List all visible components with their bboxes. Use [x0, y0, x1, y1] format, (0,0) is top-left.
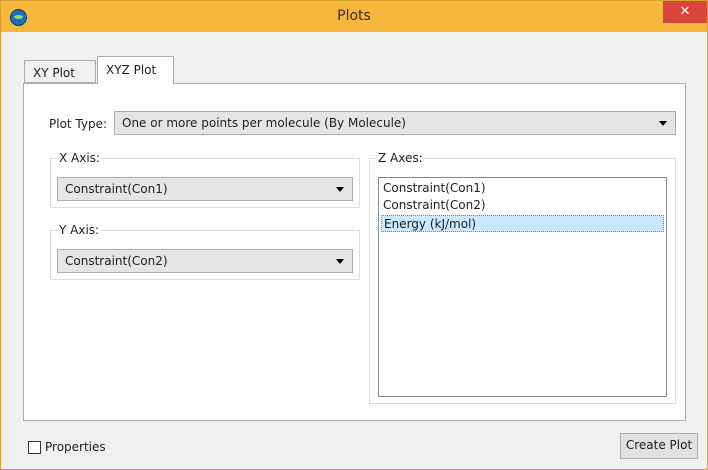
plot-type-dropdown[interactable]: One or more points per molecule (By Mole…	[114, 111, 676, 135]
tab-xyz-plot[interactable]: XYZ Plot	[97, 56, 174, 84]
window-title: Plots	[337, 8, 371, 24]
plot-type-value: One or more points per molecule (By Mole…	[122, 116, 406, 130]
x-axis-group: X Axis: Constraint(Con1)	[50, 151, 360, 208]
properties-label: Properties	[45, 440, 106, 454]
z-axes-group: Z Axes: Constraint(Con1) Constraint(Con2…	[369, 151, 676, 404]
properties-checkbox[interactable]	[28, 441, 41, 454]
list-item-selected[interactable]: Energy (kJ/mol)	[381, 215, 664, 232]
chevron-down-icon	[659, 121, 667, 126]
y-axis-label: Y Axis:	[57, 223, 102, 237]
tab-xy-plot[interactable]: XY Plot	[24, 60, 96, 83]
y-axis-group: Y Axis: Constraint(Con2)	[50, 223, 360, 280]
close-button[interactable]: ✕	[663, 1, 707, 23]
chevron-down-icon	[336, 259, 344, 264]
plot-type-label: Plot Type:	[49, 117, 108, 131]
list-item[interactable]: Constraint(Con1)	[381, 180, 664, 197]
plots-window: Plots ✕ XY Plot XYZ Plot Plot Type: One …	[0, 0, 708, 470]
y-axis-value: Constraint(Con2)	[65, 254, 168, 268]
x-axis-value: Constraint(Con1)	[65, 182, 168, 196]
x-axis-label: X Axis:	[57, 151, 102, 165]
x-axis-dropdown[interactable]: Constraint(Con1)	[57, 177, 353, 201]
list-item[interactable]: Constraint(Con2)	[381, 197, 664, 214]
y-axis-dropdown[interactable]: Constraint(Con2)	[57, 249, 353, 273]
z-axes-listbox[interactable]: Constraint(Con1) Constraint(Con2) Energy…	[378, 177, 667, 397]
create-plot-button[interactable]: Create Plot	[620, 433, 698, 459]
z-axes-label: Z Axes:	[376, 151, 425, 165]
chevron-down-icon	[336, 187, 344, 192]
xyz-plot-panel: Plot Type: One or more points per molecu…	[23, 83, 686, 421]
title-bar[interactable]: Plots ✕	[1, 1, 707, 32]
